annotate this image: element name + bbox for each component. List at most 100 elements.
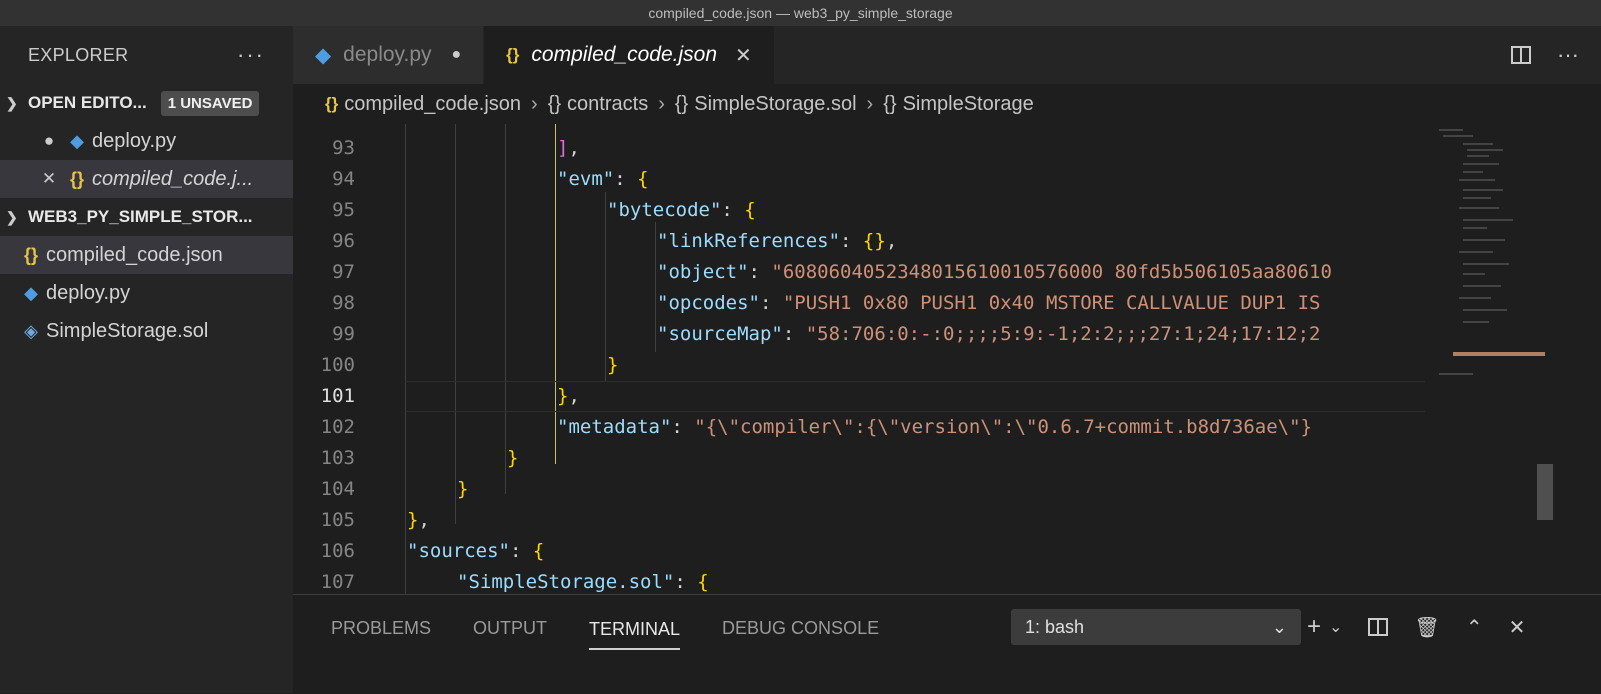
line-number: 107	[320, 571, 355, 593]
file-item-compiled-code[interactable]: {} compiled_code.json	[0, 236, 293, 274]
trash-icon[interactable]: 🗑	[1414, 615, 1439, 640]
code-line[interactable]: 102 "metadata": "{\"compiler\":{\"version…	[293, 412, 1423, 443]
explorer-header: EXPLORER ···	[0, 26, 293, 84]
unsaved-dot-icon[interactable]: ●	[452, 46, 462, 64]
terminal-select-value: 1: bash	[1025, 616, 1085, 637]
project-label: WEB3_PY_SIMPLE_STOR...	[28, 207, 253, 226]
code-text: "sourceMap": "58:706:0:-:0;;;;5:9:-1;2:2…	[657, 323, 1321, 345]
breadcrumb-item[interactable]: contracts	[567, 93, 648, 116]
open-editors-section[interactable]: ❯ OPEN EDITO... 1 UNSAVED	[0, 84, 293, 122]
vertical-scrollbar[interactable]	[1537, 464, 1553, 520]
file-label: SimpleStorage.sol	[46, 319, 209, 342]
tab-deploy[interactable]: ◆ deploy.py ●	[293, 26, 485, 84]
open-editor-item-deploy[interactable]: ● ◆ deploy.py	[0, 122, 293, 160]
file-label: compiled_code.json	[46, 243, 223, 266]
unsaved-badge: 1 UNSAVED	[160, 90, 260, 116]
code-text: "evm": {	[557, 168, 649, 190]
open-editor-item-compiled-code[interactable]: ✕ {} compiled_code.j...	[0, 160, 293, 198]
code-editor[interactable]: 93], 94 "evm": {95 "bytecode": {96 "linkRefe…	[293, 124, 1601, 594]
breadcrumb: {} compiled_code.json › {} contracts › {…	[293, 84, 1601, 124]
code-line[interactable]: 98 "opcodes": "PUSH1 0x80 PUSH1 0x40 MSTO…	[293, 288, 1423, 319]
line-number: 104	[320, 478, 355, 500]
code-line[interactable]: 99 "sourceMap": "58:706:0:-:0;;;;5:9:-1;2…	[293, 319, 1423, 350]
new-terminal-icon[interactable]: +	[1307, 613, 1321, 641]
code-text: "sources": {	[407, 540, 545, 562]
code-line[interactable]: 105},	[293, 505, 1423, 536]
code-text: }	[607, 354, 619, 376]
more-actions-icon[interactable]: ···	[237, 42, 265, 68]
unsaved-dot-icon[interactable]: ●	[36, 131, 62, 151]
chevron-down-icon: ⌄	[1271, 616, 1287, 637]
panel-tabs: PROBLEMS OUTPUT TERMINAL DEBUG CONSOLE	[331, 595, 879, 661]
close-icon[interactable]: ✕	[36, 169, 62, 189]
window-title: compiled_code.json — web3_py_simple_stor…	[0, 0, 1601, 26]
code-text: "bytecode": {	[607, 199, 756, 221]
chevron-down-icon[interactable]: ⌄	[1329, 617, 1342, 637]
python-icon: ◆	[70, 130, 84, 151]
panel-actions: + ⌄ 🗑 ⌃ ✕	[1307, 609, 1525, 645]
json-icon: {}	[506, 45, 520, 64]
split-terminal-icon[interactable]	[1368, 618, 1389, 636]
close-icon[interactable]: ✕	[735, 43, 752, 68]
chevron-right-icon: ›	[531, 92, 538, 115]
line-number: 93	[332, 137, 355, 159]
explorer-title: EXPLORER	[28, 44, 129, 65]
chevron-right-icon: ›	[658, 92, 665, 115]
code-text: },	[407, 509, 430, 531]
chevron-up-icon[interactable]: ⌃	[1466, 615, 1483, 640]
line-number: 100	[320, 354, 355, 376]
breadcrumb-item[interactable]: SimpleStorage	[903, 93, 1034, 116]
code-line[interactable]: 96 "linkReferences": {},	[293, 226, 1423, 257]
tab-terminal[interactable]: TERMINAL	[589, 619, 681, 650]
code-line[interactable]: 100}	[293, 350, 1423, 381]
file-item-simplestorage[interactable]: ◈ SimpleStorage.sol	[0, 312, 293, 350]
code-text: }	[507, 447, 519, 469]
code-line[interactable]: 93],	[293, 133, 1423, 164]
breadcrumb-item[interactable]: compiled_code.json	[344, 93, 521, 116]
split-editor-icon[interactable]	[1511, 46, 1532, 64]
code-line[interactable]: 103}	[293, 443, 1423, 474]
code-line[interactable]: 97 "object": "608060405234801561001057600…	[293, 257, 1423, 288]
line-number: 97	[332, 261, 355, 283]
code-text: "linkReferences": {},	[657, 230, 898, 252]
tab-label: compiled_code.json	[531, 43, 718, 66]
line-number: 105	[320, 509, 355, 531]
code-line[interactable]: 106 "sources": {	[293, 536, 1423, 567]
code-text: "SimpleStorage.sol": {	[457, 571, 709, 593]
minimap[interactable]	[1433, 124, 1545, 594]
more-actions-icon[interactable]: ···	[1557, 42, 1579, 68]
minimap-highlight	[1453, 352, 1545, 356]
project-section[interactable]: ❯ WEB3_PY_SIMPLE_STOR...	[0, 198, 293, 236]
code-line[interactable]: 94 "evm": {	[293, 164, 1423, 195]
minimap-content	[1439, 129, 1513, 323]
file-item-deploy[interactable]: ◆ deploy.py	[0, 274, 293, 312]
close-icon[interactable]: ✕	[1509, 615, 1526, 640]
code-text: }	[457, 478, 469, 500]
code-line[interactable]: 104}	[293, 474, 1423, 505]
chevron-down-icon: ❯	[6, 94, 18, 111]
line-number: 95	[332, 199, 355, 221]
line-number: 96	[332, 230, 355, 252]
code-line[interactable]: 107 "SimpleStorage.sol": {	[293, 567, 1423, 594]
breadcrumb-item[interactable]: SimpleStorage.sol	[694, 93, 856, 116]
code-text: "metadata": "{\"compiler\":{\"version\":…	[557, 416, 1312, 438]
editor-tabs: ◆ deploy.py ● {} compiled_code.json ✕ ··…	[293, 26, 1601, 84]
tab-compiled-code[interactable]: {} compiled_code.json ✕	[484, 26, 775, 84]
line-number: 103	[320, 447, 355, 469]
code-text: },	[557, 385, 580, 407]
python-icon: ◆	[24, 282, 38, 303]
code-text: ],	[557, 137, 580, 159]
json-icon: {}	[23, 244, 38, 265]
code-text: "object": "6080604052348015610010576000 …	[657, 261, 1332, 283]
python-icon: ◆	[315, 43, 332, 67]
tab-debug-console[interactable]: DEBUG CONSOLE	[722, 618, 879, 639]
tab-output[interactable]: OUTPUT	[473, 618, 547, 639]
explorer-sidebar: EXPLORER ··· ❯ OPEN EDITO... 1 UNSAVED ●…	[0, 26, 293, 693]
code-line[interactable]: 101},	[293, 381, 1423, 412]
line-number: 98	[332, 292, 355, 314]
code-line[interactable]: 95 "bytecode": {	[293, 195, 1423, 226]
chevron-right-icon: ›	[866, 92, 874, 115]
terminal-select[interactable]: 1: bash ⌄	[1011, 609, 1301, 645]
tab-problems[interactable]: PROBLEMS	[331, 618, 431, 639]
chevron-down-icon: ❯	[6, 208, 18, 225]
